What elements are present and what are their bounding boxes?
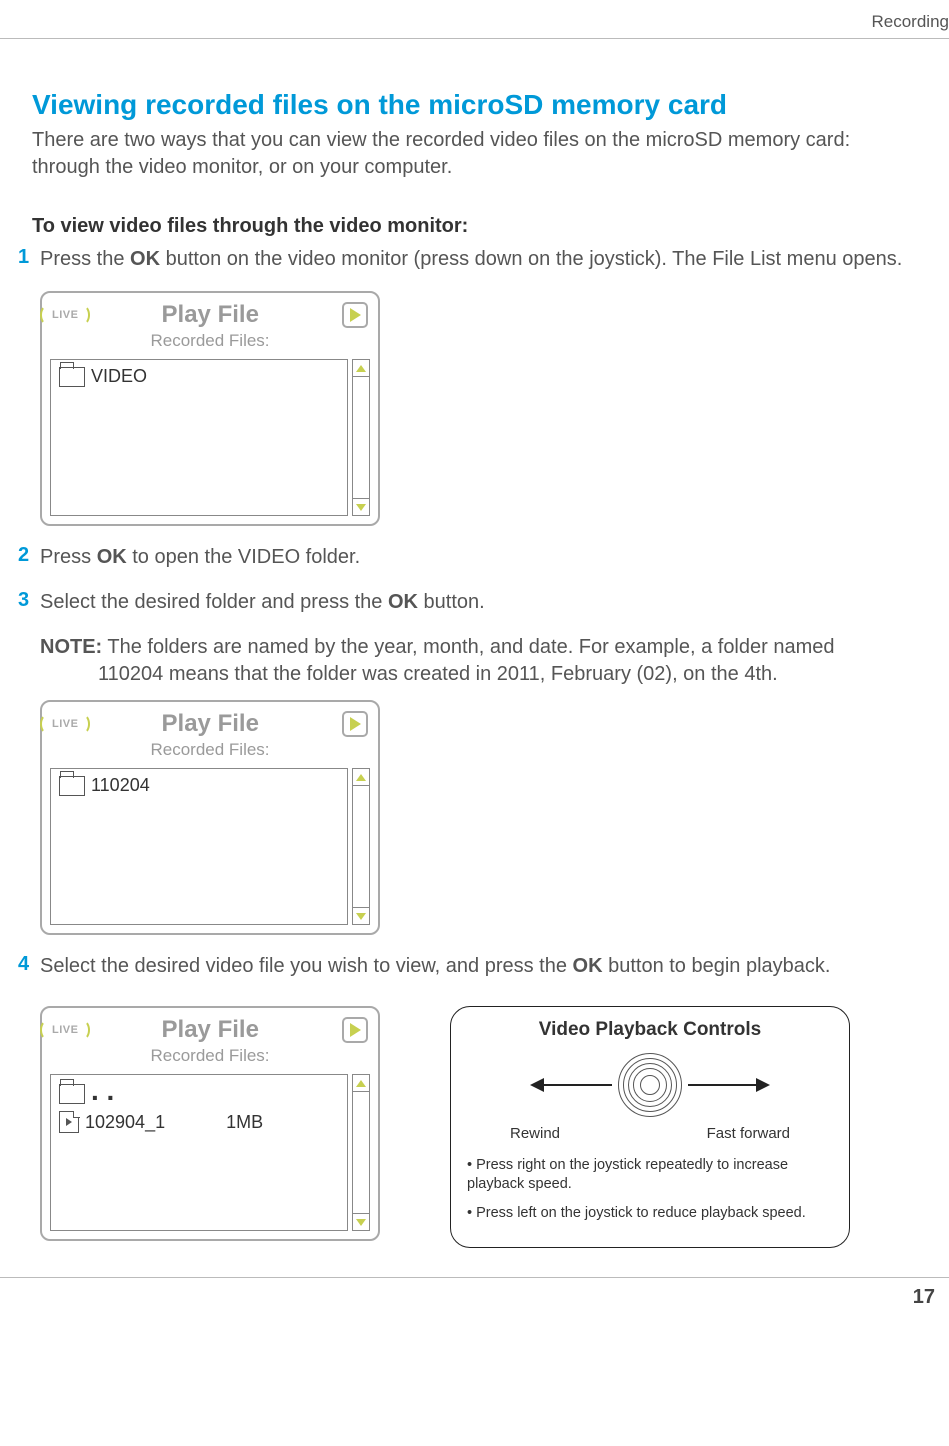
playfile-screenshot-1: LIVE Play File Recorded Files: VIDEO: [40, 291, 380, 526]
play-icon: [342, 711, 368, 737]
play-icon: [342, 302, 368, 328]
note: NOTE: The folders are named by the year,…: [40, 634, 911, 688]
playfile-subtitle: Recorded Files:: [42, 1046, 378, 1066]
playfile-title: Play File: [78, 710, 342, 738]
header-section-label: Recording: [18, 12, 949, 32]
playback-controls-callout: Video Playback Controls Rewind Fast forw…: [450, 1006, 850, 1248]
parent-folder-row: . .: [59, 1081, 339, 1107]
playfile-subtitle: Recorded Files:: [42, 331, 378, 351]
section-title: Viewing recorded files on the microSD me…: [32, 89, 911, 121]
step-2: 2 Press OK to open the VIDEO folder.: [18, 544, 911, 571]
scroll-up-icon: [352, 1074, 370, 1092]
scroll-down-icon: [352, 498, 370, 516]
folder-row: 110204: [59, 775, 339, 796]
live-badge: LIVE: [52, 1024, 78, 1036]
step-number: 4: [18, 953, 40, 980]
divider-top: [0, 38, 949, 39]
scroll-down-icon: [352, 1213, 370, 1231]
play-icon: [342, 1017, 368, 1043]
arrow-left-icon: [532, 1084, 612, 1086]
file-list: 110204: [50, 768, 348, 925]
file-list: VIDEO: [50, 359, 348, 516]
playfile-screenshot-3: LIVE Play File Recorded Files: . . 10290…: [40, 1006, 380, 1241]
bullet-1: • Press right on the joystick repeatedly…: [467, 1156, 833, 1194]
page-number: 17: [18, 1286, 935, 1309]
parent-dots: . .: [91, 1075, 114, 1107]
scroll-up-icon: [352, 768, 370, 786]
controls-title: Video Playback Controls: [467, 1019, 833, 1041]
folder-icon: [59, 776, 85, 796]
joystick-icon: [618, 1053, 682, 1117]
folder-icon: [59, 367, 85, 387]
step4-row: LIVE Play File Recorded Files: . . 10290…: [18, 998, 911, 1259]
step-number: 1: [18, 246, 40, 273]
bullet-2: • Press left on the joystick to reduce p…: [467, 1204, 833, 1223]
scroll-up-icon: [352, 359, 370, 377]
file-list: . . 102904_1 1MB: [50, 1074, 348, 1231]
playfile-subtitle: Recorded Files:: [42, 740, 378, 760]
file-name: 102904_1: [85, 1112, 165, 1133]
playfile-title: Play File: [78, 1016, 342, 1044]
live-badge: LIVE: [52, 718, 78, 730]
step-text: Select the desired folder and press the …: [40, 589, 911, 616]
playfile-screenshot-2: LIVE Play File Recorded Files: 110204: [40, 700, 380, 935]
step-4: 4 Select the desired video file you wish…: [18, 953, 911, 980]
intro-text: There are two ways that you can view the…: [32, 127, 911, 181]
rewind-label: Rewind: [510, 1125, 560, 1142]
fast-forward-label: Fast forward: [707, 1125, 790, 1142]
scrollbar: [352, 1074, 370, 1231]
playfile-title: Play File: [78, 301, 342, 329]
step-number: 2: [18, 544, 40, 571]
step-number: 3: [18, 589, 40, 616]
controls-bullets: • Press right on the joystick repeatedly…: [467, 1156, 833, 1223]
live-badge: LIVE: [52, 309, 78, 321]
sub-heading: To view video files through the video mo…: [32, 215, 911, 238]
arrow-right-icon: [688, 1084, 768, 1086]
scrollbar: [352, 768, 370, 925]
folder-name: VIDEO: [91, 366, 147, 387]
video-file-icon: [59, 1111, 79, 1133]
folder-row: VIDEO: [59, 366, 339, 387]
divider-bottom: [0, 1277, 949, 1278]
joystick-diagram: [467, 1053, 833, 1117]
step-text: Select the desired video file you wish t…: [40, 953, 911, 980]
folder-icon: [59, 1084, 85, 1104]
scrollbar: [352, 359, 370, 516]
step-1: 1 Press the OK button on the video monit…: [18, 246, 911, 273]
file-row: 102904_1 1MB: [59, 1111, 339, 1133]
step-text: Press OK to open the VIDEO folder.: [40, 544, 911, 571]
file-size: 1MB: [226, 1112, 263, 1133]
step-text: Press the OK button on the video monitor…: [40, 246, 911, 273]
step-3: 3 Select the desired folder and press th…: [18, 589, 911, 616]
page: Recording Viewing recorded files on the …: [0, 0, 949, 1329]
folder-name: 110204: [91, 775, 150, 796]
scroll-down-icon: [352, 907, 370, 925]
